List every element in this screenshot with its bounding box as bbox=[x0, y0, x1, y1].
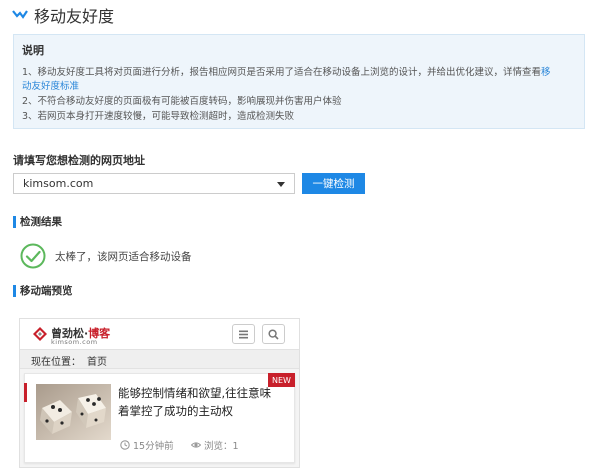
preview-section-title: 移动端预览 bbox=[13, 285, 73, 297]
page-header: 移动友好度 bbox=[12, 4, 114, 26]
article-views: 浏览：1 bbox=[191, 438, 239, 452]
caret-down-icon bbox=[277, 182, 285, 187]
mobile-standard-link-cont[interactable]: 动友好度标准 bbox=[22, 78, 79, 92]
breadcrumb-label: 现在位置： bbox=[31, 357, 81, 368]
notice-box: 说明 1、移动友好度工具将对页面进行分析，报告相应网页是否采用了适合在移动设备上… bbox=[13, 34, 585, 129]
card-accent-bar bbox=[24, 383, 27, 402]
article-time: 15分钟前 bbox=[120, 438, 174, 452]
article-thumbnail[interactable] bbox=[36, 384, 111, 440]
chevron-down-icon bbox=[12, 10, 28, 19]
article-card[interactable]: NEW 能够控制情绪和欲望,往往意味着掌控了成功的主动权 15分钟前 浏览：1 bbox=[24, 373, 295, 463]
url-value: kimsom.com bbox=[23, 177, 94, 190]
check-circle-icon bbox=[20, 243, 46, 269]
logo-mark-icon bbox=[33, 327, 47, 341]
site-logo[interactable]: 曾劲松·博客 kimsom.com bbox=[32, 325, 142, 346]
eye-icon bbox=[191, 442, 201, 448]
breadcrumb: 现在位置： 首页 bbox=[20, 349, 299, 369]
result-row: 太棒了，该网页适合移动设备 bbox=[20, 243, 192, 269]
notice-line-1: 1、移动友好度工具将对页面进行分析，报告相应网页是否采用了适合在移动设备上浏览的… bbox=[22, 67, 551, 78]
search-button[interactable] bbox=[262, 324, 285, 344]
menu-button[interactable] bbox=[232, 324, 255, 344]
result-message: 太棒了，该网页适合移动设备 bbox=[55, 250, 192, 263]
notice-title: 说明 bbox=[22, 44, 44, 57]
url-label: 请填写您想检测的网页地址 bbox=[13, 154, 145, 167]
url-select[interactable]: kimsom.com bbox=[13, 173, 295, 194]
preview-topbar: 曾劲松·博客 kimsom.com bbox=[20, 319, 299, 349]
notice-line-3: 3、若网页本身打开速度较慢，可能导致检测超时，造成检测失败 bbox=[22, 111, 295, 122]
notice-line-2: 2、不符合移动友好度的页面极有可能被百度转码，影响展现并伤害用户体验 bbox=[22, 96, 342, 107]
check-button[interactable]: 一键检测 bbox=[302, 173, 365, 194]
article-title[interactable]: 能够控制情绪和欲望,往往意味着掌控了成功的主动权 bbox=[118, 384, 278, 420]
page-title: 移动友好度 bbox=[34, 7, 115, 26]
breadcrumb-home[interactable]: 首页 bbox=[87, 353, 107, 368]
mobile-standard-link[interactable]: 移 bbox=[541, 67, 551, 78]
clock-icon bbox=[120, 440, 130, 450]
search-icon bbox=[268, 328, 279, 340]
menu-icon bbox=[239, 330, 248, 338]
dice-image bbox=[36, 384, 111, 440]
mobile-preview: 曾劲松·博客 kimsom.com 现在位置： 首页 NEW 能够控制情绪和欲望… bbox=[19, 318, 300, 468]
site-domain: kimsom.com bbox=[51, 338, 98, 346]
result-section-title: 检测结果 bbox=[13, 216, 62, 228]
